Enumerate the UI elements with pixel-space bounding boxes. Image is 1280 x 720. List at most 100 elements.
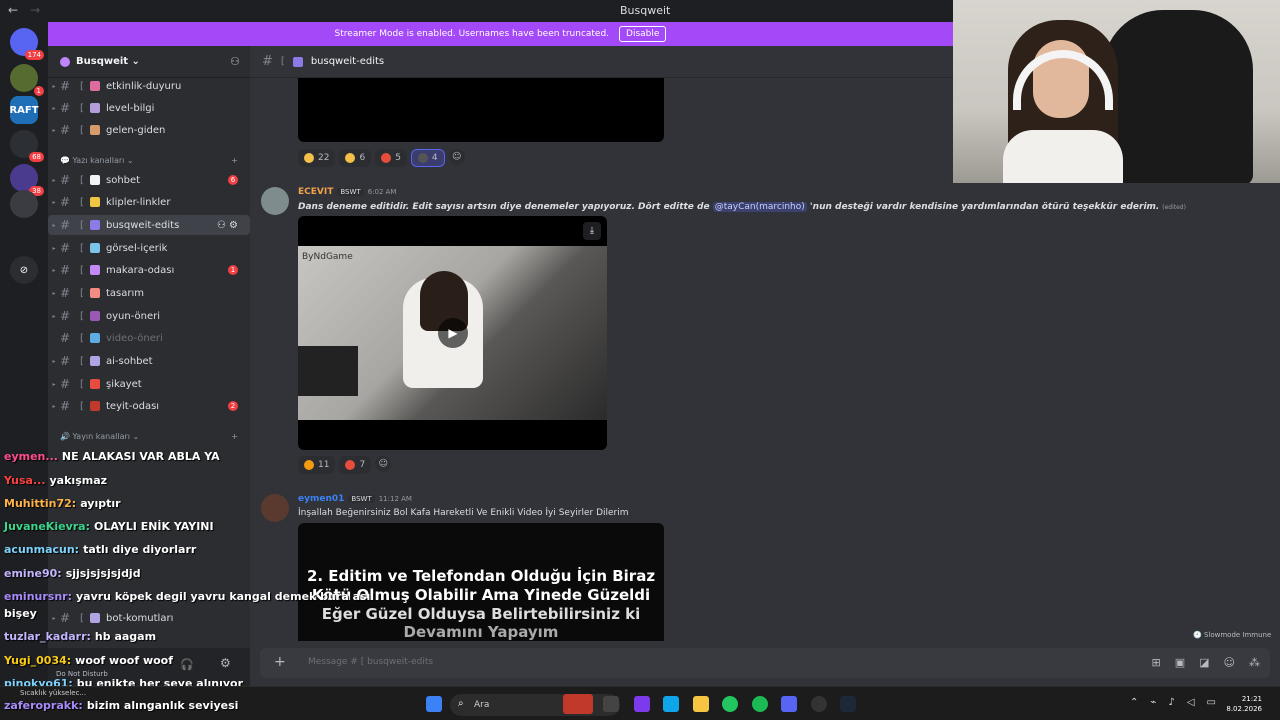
obs-icon[interactable] — [811, 696, 827, 712]
taskbar-search[interactable]: ⌕ Ara — [450, 694, 620, 716]
search-icon: ⌕ — [458, 698, 464, 709]
surprised-face-icon — [345, 153, 356, 163]
task-view-icon[interactable] — [603, 696, 619, 712]
channel-oyun-oneri[interactable]: ▸ # [oyun-öneri — [48, 306, 250, 326]
channel-makara-odasi[interactable]: ▸ # [makara-odası 1 — [48, 260, 250, 280]
message-input-placeholder[interactable]: Message # [ busqweit-edits — [308, 657, 433, 667]
add-channel-icon[interactable]: + — [231, 156, 238, 165]
caret-icon: ▸ — [52, 614, 56, 622]
hash-icon: # — [60, 331, 71, 345]
dm-home-icon[interactable]: 174 — [10, 28, 44, 60]
headphones-icon[interactable]: 🎧 — [180, 658, 194, 671]
attach-plus-icon[interactable]: + — [274, 654, 286, 670]
user-mention[interactable]: @tayCan(marcinho) — [712, 202, 807, 212]
channel-etkinlik-duyuru[interactable]: ▸ # [etkinlik-duyuru — [48, 76, 250, 96]
emoji-icon[interactable]: ☺ — [1224, 656, 1235, 669]
discover-icon[interactable]: ⊘ — [10, 256, 38, 284]
store-icon[interactable] — [663, 696, 679, 712]
channel-sikayet[interactable]: ▸ # [şikayet — [48, 374, 250, 394]
disable-button[interactable]: Disable — [619, 26, 667, 42]
search-highlight-icon[interactable] — [563, 694, 593, 714]
add-channel-icon[interactable]: + — [231, 432, 238, 441]
server-icon-4[interactable]: 38 — [10, 164, 44, 196]
previous-video-embed[interactable] — [298, 78, 664, 142]
thumbnail-line: Eğer Güzel Olduysa Belirtebilirsiniz ki — [321, 605, 641, 623]
thumbs-up-icon — [304, 153, 314, 163]
chat-user: Yugi_0034: — [4, 654, 72, 667]
settings-gear-icon[interactable]: ⚙ — [220, 656, 231, 670]
hash-icon: # — [60, 611, 71, 625]
volume-icon[interactable]: ◁ — [1187, 697, 1195, 708]
channel-gorsel-icerik[interactable]: ▸ # [görsel-içerik — [48, 238, 250, 258]
channel-tasarim[interactable]: ▸ # [tasarım — [48, 283, 250, 303]
spotify-icon[interactable] — [752, 696, 768, 712]
chat-line: tuzlar_kadarr: hb aagam — [4, 630, 156, 643]
reaction-fire[interactable]: 11 — [298, 456, 336, 474]
reaction-heart[interactable]: 7 — [339, 456, 372, 474]
chat-user: Yusa... — [4, 474, 46, 487]
network-icon[interactable]: ⌁ — [1150, 697, 1156, 708]
channel-teyit-odasi[interactable]: ▸ # [teyit-odası 2 — [48, 396, 250, 416]
channel-settings-icon[interactable]: ⚇ ⚙ — [217, 220, 238, 231]
reaction-custom[interactable]: 4 — [410, 149, 445, 167]
add-reaction-icon[interactable]: ☺ — [448, 149, 465, 165]
clock[interactable]: 21:21 8.02.2026 — [1226, 694, 1262, 714]
gif-icon[interactable]: ▣ — [1175, 656, 1185, 669]
channel-level-bilgi[interactable]: ▸ # [level-bilgi — [48, 98, 250, 118]
channel-bot-komutlari[interactable]: ▸ # [bot-komutları — [48, 608, 250, 628]
add-reaction-icon[interactable]: ☺ — [375, 456, 392, 472]
video-thumbnail[interactable]: 2. Editim ve Telefondan Olduğu İçin Bira… — [298, 523, 664, 641]
reaction-surprised[interactable]: 6 — [339, 149, 372, 167]
hash-icon: # — [60, 123, 71, 137]
author-name[interactable]: eymen01 — [298, 494, 344, 504]
video-embed[interactable]: ByNdGame ▶ ⤓ — [298, 216, 607, 450]
channel-name: makara-odası — [106, 264, 175, 276]
forward-arrow-icon[interactable]: → — [30, 3, 40, 17]
back-arrow-icon[interactable]: ← — [8, 3, 18, 17]
avatar[interactable] — [261, 187, 289, 215]
server-icon-1[interactable]: 1 — [10, 64, 44, 96]
category-stream-channels[interactable]: 🔊 Yayın kanalları ⌄ + — [60, 432, 238, 441]
hash-icon: # — [60, 309, 71, 323]
microphone-icon[interactable]: ♪ — [1168, 697, 1174, 708]
download-icon[interactable]: ⤓ — [583, 222, 601, 240]
unread-badge: 2 — [228, 401, 238, 411]
gift-icon[interactable]: ⊞ — [1152, 656, 1161, 669]
bracket: [ — [80, 174, 84, 186]
channel-busqweit-edits[interactable]: ▸ # [busqweit-edits ⚇ ⚙ — [48, 215, 250, 235]
windows-start-icon[interactable] — [426, 696, 442, 712]
message-composer[interactable]: + Message # [ busqweit-edits ⊞ ▣ ◪ ☺ ⁂ — [260, 648, 1270, 678]
channel-sohbet[interactable]: ▸ # [sohbet 6 — [48, 170, 250, 190]
channel-gelen-giden[interactable]: ▸ # [gelen-giden — [48, 120, 250, 140]
category-text-channels[interactable]: 💬 Yazı kanalları ⌄ + — [60, 156, 238, 165]
channel-name: video-öneri — [106, 332, 163, 344]
sticker-icon[interactable]: ◪ — [1199, 656, 1209, 669]
chevron-up-icon[interactable]: ⌃ — [1130, 697, 1138, 708]
channel-klipler-linkler[interactable]: ▸ # [klipler-linkler — [48, 192, 250, 212]
reaction-thumbs-up[interactable]: 22 — [298, 149, 336, 167]
file-explorer-icon[interactable] — [693, 696, 709, 712]
steam-icon[interactable] — [840, 696, 856, 712]
discord-icon[interactable] — [781, 696, 797, 712]
bracket: [ — [80, 355, 84, 367]
channel-ai-sohbet[interactable]: ▸ # [ai-sohbet — [48, 351, 250, 371]
copilot-icon[interactable] — [634, 696, 650, 712]
chrome-icon[interactable] — [722, 696, 738, 712]
weather-widget[interactable]: Sıcaklık yükselec... — [20, 689, 86, 697]
server-icon-raft[interactable]: RAFT — [9, 96, 39, 124]
play-icon[interactable]: ▶ — [438, 318, 468, 348]
reaction-pin[interactable]: 5 — [375, 149, 407, 167]
avatar[interactable] — [261, 494, 289, 522]
apps-icon[interactable]: ⁂ — [1249, 656, 1260, 669]
channel-name: busqweit-edits — [106, 219, 180, 231]
channel-emoji — [90, 379, 100, 389]
person-add-icon[interactable]: ⚇ — [230, 55, 240, 68]
server-icon-5[interactable] — [10, 190, 38, 218]
author-name[interactable]: ECEVIT — [298, 187, 333, 197]
channel-video-oneri[interactable]: # [video-öneri — [48, 328, 250, 348]
battery-icon[interactable]: ▭ — [1207, 697, 1216, 708]
server-icon-3[interactable]: 68 — [10, 130, 44, 162]
guild-header[interactable]: Busqweit ⌄ ⚇ — [48, 46, 250, 78]
gaming-chair — [1103, 10, 1253, 183]
thumbnail-line: Devamını Yapayım — [403, 623, 559, 641]
